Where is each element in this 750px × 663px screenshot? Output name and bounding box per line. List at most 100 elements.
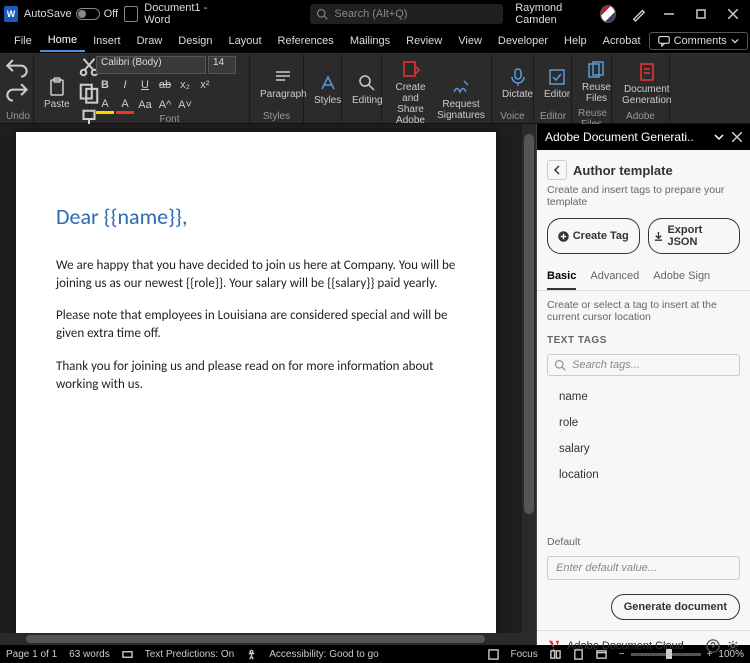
italic-button[interactable]: I <box>116 76 134 94</box>
reuse-label: Reuse Files <box>582 82 611 104</box>
dictate-button[interactable]: Dictate <box>498 63 537 104</box>
zoom-in-button[interactable]: + <box>707 649 713 660</box>
close-panel-button[interactable] <box>732 132 742 142</box>
export-icon <box>653 231 664 242</box>
menu-review[interactable]: Review <box>398 31 450 51</box>
styles-button[interactable]: Styles <box>310 69 345 110</box>
horizontal-scrollbar[interactable] <box>0 633 522 645</box>
user-name: Raymond Camden <box>515 2 594 26</box>
scroll-thumb[interactable] <box>524 134 534 514</box>
change-case-button[interactable]: Aa <box>136 96 154 114</box>
paste-button[interactable]: Paste <box>40 73 74 114</box>
tag-item[interactable]: name <box>537 384 750 410</box>
status-focus[interactable]: Focus <box>511 649 538 660</box>
status-accessibility[interactable]: Accessibility: Good to go <box>269 649 379 660</box>
status-words[interactable]: 63 words <box>69 649 110 660</box>
tab-advanced[interactable]: Advanced <box>590 264 639 290</box>
paragraph-button[interactable]: Paragraph <box>256 63 311 104</box>
menu-references[interactable]: References <box>270 31 342 51</box>
highlight-button[interactable]: A <box>96 96 114 114</box>
subscript-button[interactable]: x₂ <box>176 76 194 94</box>
tab-basic[interactable]: Basic <box>547 264 576 290</box>
document-page[interactable]: Dear {{name}}, We are happy that you hav… <box>16 132 496 645</box>
menu-mailings[interactable]: Mailings <box>342 31 398 51</box>
zoom-out-button[interactable]: − <box>619 649 625 660</box>
strike-button[interactable]: ab <box>156 76 174 94</box>
autosave-toggle[interactable]: AutoSave Off <box>24 8 118 20</box>
menu-help[interactable]: Help <box>556 31 595 51</box>
tag-item[interactable]: location <box>537 462 750 488</box>
save-icon[interactable] <box>124 6 138 22</box>
menu-developer[interactable]: Developer <box>490 31 556 51</box>
font-size-select[interactable]: 14 <box>208 56 236 74</box>
generate-document-button[interactable]: Generate document <box>611 594 740 620</box>
bold-button[interactable]: B <box>96 76 114 94</box>
tab-adobe-sign[interactable]: Adobe Sign <box>653 264 710 290</box>
docgen-icon <box>637 62 657 82</box>
dictate-label: Dictate <box>502 89 533 100</box>
tag-item[interactable]: salary <box>537 436 750 462</box>
print-layout-icon[interactable] <box>573 649 584 660</box>
document-generation-button[interactable]: Document Generation <box>618 58 675 110</box>
focus-icon[interactable] <box>488 649 499 660</box>
close-button[interactable] <box>720 0 746 28</box>
chevron-down-icon[interactable] <box>714 132 724 142</box>
editor-button[interactable]: Editor <box>540 63 574 104</box>
comments-button[interactable]: Comments <box>649 32 748 50</box>
search-icon <box>554 359 566 371</box>
doc-paragraph-2: Please note that employees in Louisiana … <box>56 307 456 343</box>
find-icon <box>357 73 377 93</box>
paste-label: Paste <box>44 99 70 110</box>
default-value-input[interactable]: Enter default value... <box>547 556 740 580</box>
scroll-thumb[interactable] <box>26 635 485 643</box>
document-area[interactable]: Dear {{name}}, We are happy that you hav… <box>0 124 536 645</box>
user-account[interactable]: Raymond Camden <box>515 2 616 26</box>
menu-insert[interactable]: Insert <box>85 31 129 51</box>
zoom-track[interactable] <box>631 653 701 656</box>
title-bar: W AutoSave Off Document1 - Word Search (… <box>0 0 750 28</box>
status-page[interactable]: Page 1 of 1 <box>6 649 57 660</box>
menu-layout[interactable]: Layout <box>221 31 270 51</box>
styles-label: Styles <box>314 95 341 106</box>
menu-view[interactable]: View <box>450 31 490 51</box>
ribbon-group-undo: Undo <box>6 111 27 123</box>
menu-design[interactable]: Design <box>170 31 220 51</box>
zoom-slider[interactable]: − + 100% <box>619 649 744 660</box>
ribbon-group-adobe: Adobe <box>618 111 663 123</box>
back-button[interactable] <box>547 160 567 180</box>
autosave-label: AutoSave <box>24 8 72 20</box>
font-name-select[interactable]: Calibri (Body) <box>96 56 206 74</box>
read-mode-icon[interactable] <box>550 649 561 660</box>
menu-home[interactable]: Home <box>40 30 85 52</box>
reuse-files-button[interactable]: Reuse Files <box>578 56 615 108</box>
tag-item[interactable]: role <box>537 410 750 436</box>
word-app-icon: W <box>4 6 18 22</box>
superscript-button[interactable]: x² <box>196 76 214 94</box>
grow-font-button[interactable]: A^ <box>156 96 174 114</box>
shrink-font-button[interactable]: A˅ <box>176 96 194 114</box>
search-input[interactable]: Search (Alt+Q) <box>310 4 503 24</box>
tag-list: name role salary location <box>537 380 750 492</box>
tag-search-input[interactable]: Search tags... <box>547 354 740 376</box>
undo-button[interactable] <box>6 56 28 78</box>
ribbon-group-editor: Editor <box>540 111 565 123</box>
request-signatures-button[interactable]: Request Signatures <box>437 73 485 125</box>
minimize-button[interactable] <box>656 0 682 28</box>
vertical-scrollbar[interactable] <box>522 124 536 645</box>
menu-file[interactable]: File <box>6 31 40 51</box>
text-tags-heading: TEXT TAGS <box>537 331 750 350</box>
editing-button[interactable]: Editing <box>348 69 387 110</box>
status-predictions[interactable]: Text Predictions: On <box>145 649 234 660</box>
paragraph-label: Paragraph <box>260 89 307 100</box>
menu-acrobat[interactable]: Acrobat <box>595 31 649 51</box>
web-layout-icon[interactable] <box>596 649 607 660</box>
create-tag-button[interactable]: Create Tag <box>547 218 640 254</box>
maximize-button[interactable] <box>688 0 714 28</box>
menu-draw[interactable]: Draw <box>129 31 171 51</box>
underline-button[interactable]: U <box>136 76 154 94</box>
pen-icon[interactable] <box>632 6 646 22</box>
redo-button[interactable] <box>6 80 28 102</box>
font-color-button[interactable]: A <box>116 96 134 114</box>
export-json-button[interactable]: Export JSON <box>648 218 741 254</box>
zoom-value[interactable]: 100% <box>718 649 744 660</box>
